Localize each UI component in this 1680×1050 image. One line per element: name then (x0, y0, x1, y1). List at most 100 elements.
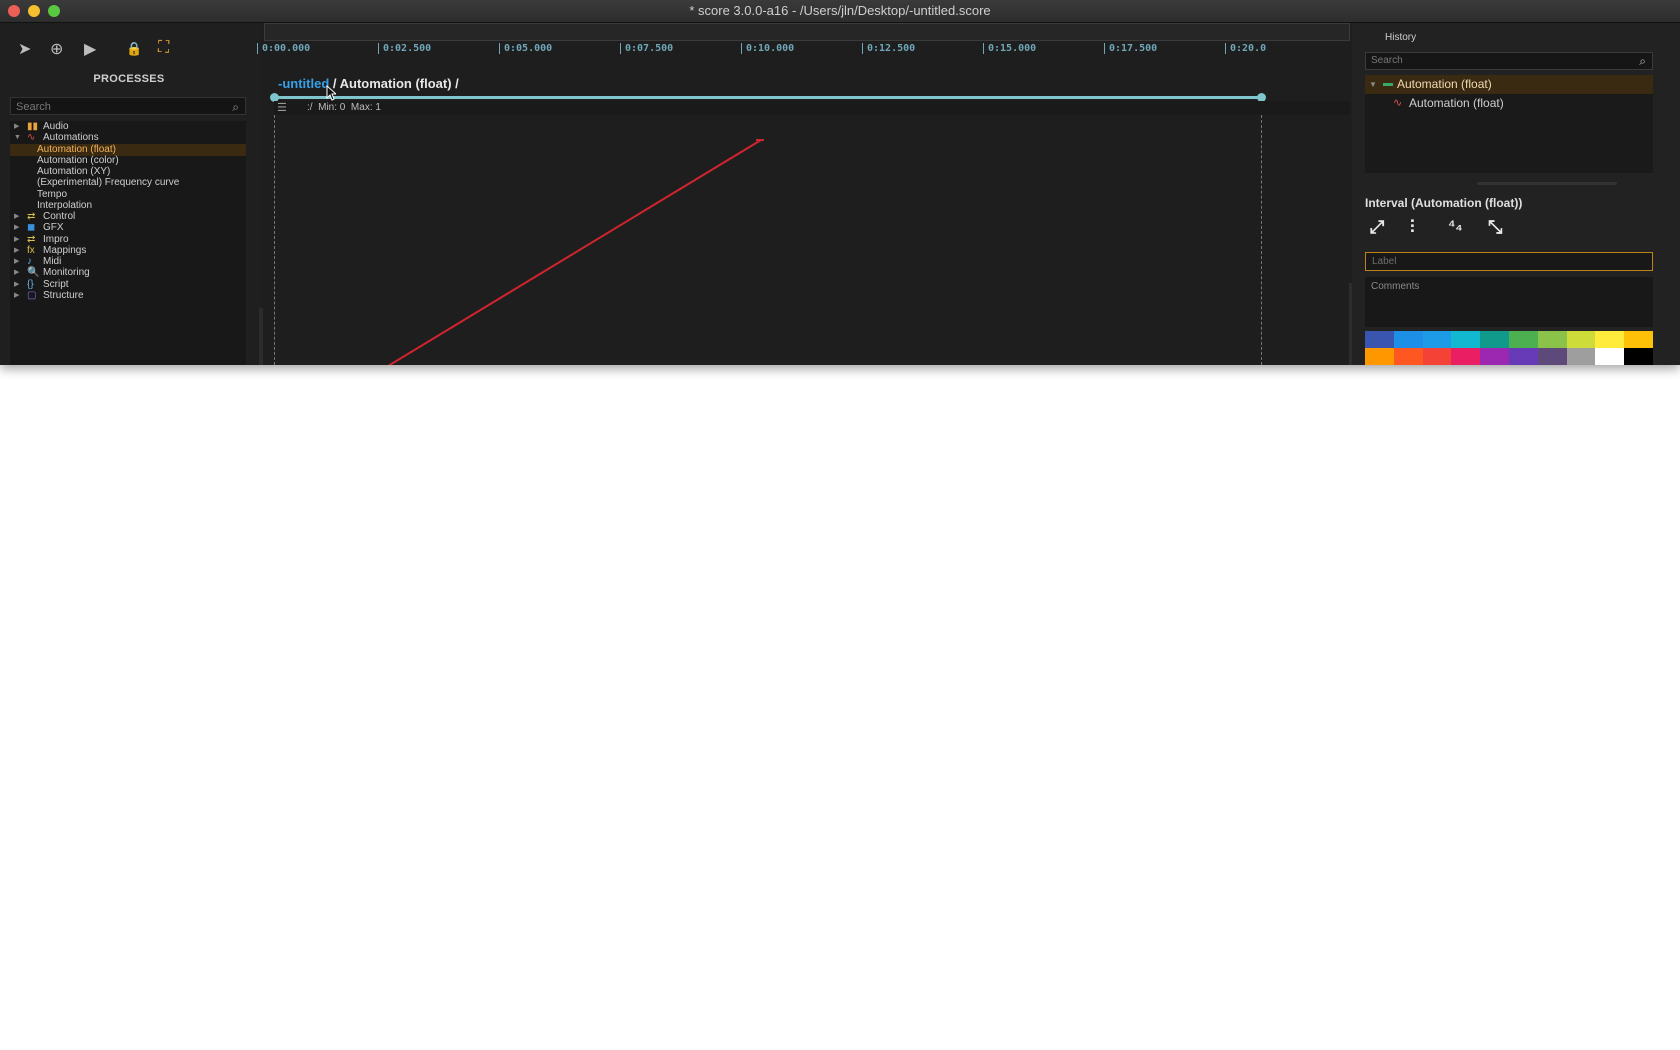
max-label: Max: 1 (350, 102, 381, 113)
script-icon: {} (27, 278, 34, 290)
ruler-tick-label: 0:02.500 (378, 43, 431, 54)
color-swatch[interactable] (1624, 348, 1653, 365)
right-panel: History Search ⌕ ▼ Automation (float) ∿ … (1352, 23, 1680, 365)
process-category[interactable]: ▶ ◼ GFX (10, 222, 246, 234)
process-item[interactable]: Automation (XY) (10, 166, 246, 178)
color-swatch[interactable] (1451, 348, 1481, 365)
process-item-label: Interpolation (37, 199, 93, 211)
color-swatch[interactable] (1509, 348, 1538, 365)
color-swatch[interactable] (1480, 348, 1509, 365)
fullview-icon[interactable]: ⤡ (1488, 217, 1502, 238)
frame-icon[interactable]: ⛶ (158, 39, 169, 57)
automation-curve[interactable] (360, 139, 762, 365)
collapse-arrow-icon[interactable]: ▼ (14, 132, 21, 144)
automation-range: :/ Min: 0 Max: 1 (307, 102, 381, 113)
color-swatch[interactable] (1595, 348, 1625, 365)
expand-arrow-icon[interactable]: ▶ (14, 211, 19, 223)
process-category[interactable]: ▼ ∿ Automations (10, 132, 246, 144)
color-swatch[interactable] (1365, 331, 1394, 348)
process-category[interactable]: ▶ ⇄ Control (10, 211, 246, 223)
processes-panel: ➤ ⊕ ▶ 🔒 ⛶ PROCESSES Search ⌕ ▶ ▮▮ Audio ▼ ∿ A… (0, 23, 263, 365)
scenario-view: 0:00.000 0:02.500 0:05.000 0:07.500 0:10.000… (257, 23, 1354, 365)
process-item[interactable]: Automation (color) (10, 155, 246, 167)
history-title: History (1385, 32, 1417, 43)
ruler-tick-label: 0:00.000 (257, 43, 310, 54)
color-swatch[interactable] (1393, 348, 1423, 365)
expand-icon[interactable]: ⤢ (1370, 217, 1384, 238)
breadcrumb-root-link[interactable]: -untitled (278, 76, 329, 91)
expand-arrow-icon[interactable]: ▶ (14, 245, 19, 257)
history-list: ▼ Automation (float) ∿ Automation (float… (1365, 75, 1653, 173)
process-category[interactable]: ▶ 🔍 Monitoring (10, 267, 246, 279)
breadcrumb-path: / Automation (float) / (329, 76, 459, 91)
time-ruler[interactable]: 0:00.000 0:02.500 0:05.000 0:07.500 0:10.000… (257, 41, 1350, 57)
collapse-arrow-icon[interactable]: ▼ (1369, 75, 1377, 94)
expand-arrow-icon[interactable]: ▶ (14, 290, 19, 302)
history-search-input[interactable]: Search ⌕ (1365, 52, 1653, 70)
color-swatch[interactable] (1537, 348, 1567, 365)
automation-curve-svg (360, 139, 764, 365)
history-item-label: Automation (float) (1409, 96, 1504, 110)
color-swatch[interactable] (1624, 331, 1653, 348)
control-icon: ⇄ (27, 211, 36, 222)
play-icon[interactable]: ▶ (84, 39, 96, 59)
label-input[interactable]: Label (1365, 252, 1653, 271)
process-item[interactable]: Interpolation (10, 200, 246, 212)
process-category[interactable]: ▶ fx Mappings (10, 245, 246, 257)
process-item[interactable]: Tempo (10, 189, 246, 201)
process-item[interactable]: (Experimental) Frequency curve (10, 177, 246, 189)
color-swatch[interactable] (1451, 331, 1481, 348)
mixer-icon[interactable]: ⫶ (1410, 217, 1415, 238)
expand-arrow-icon[interactable]: ▶ (14, 267, 19, 279)
expand-arrow-icon[interactable]: ▶ (14, 234, 19, 246)
process-item-label: Impro (43, 233, 69, 245)
color-swatch[interactable] (1566, 331, 1596, 348)
color-swatch[interactable] (1422, 331, 1452, 348)
ruler-tick-label: 0:15.000 (983, 43, 1036, 54)
expand-arrow-icon[interactable]: ▶ (14, 121, 19, 133)
ruler-tick-label: 0:12.500 (862, 43, 915, 54)
time-signature-icon[interactable]: ⁴₄ (1448, 217, 1463, 234)
color-swatch[interactable] (1509, 331, 1538, 348)
interval-line[interactable] (270, 93, 1266, 102)
process-category[interactable]: ▶ ⇄ Impro (10, 234, 246, 246)
mouse-cursor-icon (326, 85, 336, 101)
ruler-tick-label: 0:10.000 (741, 43, 794, 54)
minimap[interactable] (264, 23, 1350, 41)
select-arrow-icon[interactable]: ➤ (18, 39, 31, 59)
menu-icon[interactable]: ☰ (277, 101, 287, 114)
automation-icon: ∿ (1393, 97, 1403, 109)
expand-arrow-icon[interactable]: ▶ (14, 256, 19, 268)
history-item[interactable]: ∿ Automation (float) (1365, 94, 1653, 113)
color-swatch[interactable] (1393, 331, 1423, 348)
color-swatch[interactable] (1595, 331, 1625, 348)
color-swatch[interactable] (1480, 331, 1509, 348)
process-category[interactable]: ▶ ♪ Midi (10, 256, 246, 268)
min-label: Min: 0 (318, 102, 346, 113)
create-plus-icon[interactable]: ⊕ (50, 39, 63, 59)
process-category[interactable]: ▶ ▢ Structure (10, 290, 246, 302)
process-item-label: Monitoring (43, 267, 90, 279)
audio-icon: ▮▮ (27, 121, 39, 132)
left-panel-scrollbar[interactable] (259, 308, 263, 365)
comments-field[interactable]: Comments (1365, 277, 1653, 327)
color-swatch[interactable] (1537, 331, 1567, 348)
automation-icon: ∿ (27, 132, 36, 144)
lock-icon[interactable]: 🔒 (126, 41, 142, 57)
color-swatch[interactable] (1422, 348, 1452, 365)
color-swatch[interactable] (1365, 348, 1394, 365)
processes-search-input[interactable]: Search ⌕ (10, 97, 246, 115)
search-icon[interactable]: ⌕ (232, 98, 239, 116)
expand-arrow-icon[interactable]: ▶ (14, 279, 19, 291)
expand-arrow-icon[interactable]: ▶ (14, 222, 19, 234)
search-icon[interactable]: ⌕ (1639, 53, 1646, 69)
process-item[interactable]: Automation (float) (10, 143, 246, 156)
color-swatch[interactable] (1566, 348, 1596, 365)
window-title: * score 3.0.0-a16 - /Users/jln/Desktop/-… (689, 3, 991, 18)
process-item-label: Automation (XY) (37, 166, 111, 177)
history-item[interactable]: ▼ Automation (float) (1365, 75, 1653, 94)
process-item-label: Control (43, 211, 76, 222)
process-category[interactable]: ▶ ▮▮ Audio (10, 121, 246, 133)
process-category[interactable]: ▶ {} Script (10, 279, 246, 291)
history-scrollbar[interactable] (1477, 182, 1617, 185)
